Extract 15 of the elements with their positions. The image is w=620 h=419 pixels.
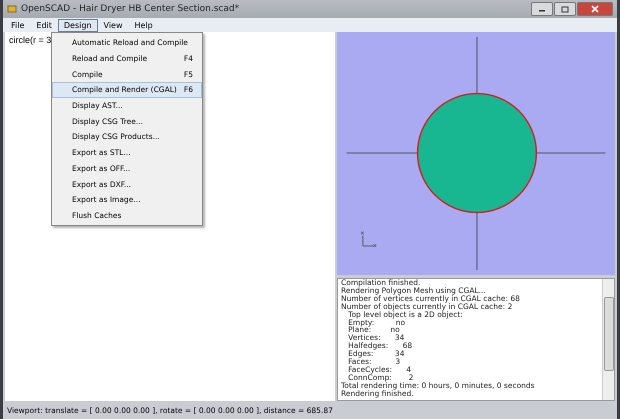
- menu-item[interactable]: View: [98, 18, 128, 32]
- code-line: circle(r = 3: [9, 35, 52, 45]
- menu-item[interactable]: Help: [128, 18, 159, 32]
- menu-item[interactable]: File: [5, 18, 30, 32]
- close-button[interactable]: [577, 2, 613, 16]
- app-icon: [7, 4, 17, 14]
- window-title: OpenSCAD - Hair Dryer HB Center Section.scad*: [21, 4, 240, 14]
- minimize-button[interactable]: [531, 2, 553, 16]
- menu-item[interactable]: Edit: [30, 18, 58, 32]
- scrollbar[interactable]: [602, 279, 614, 400]
- axis-indicator-icon: [360, 231, 377, 248]
- close-icon: [591, 5, 599, 13]
- menu-item[interactable]: Design: [58, 18, 98, 32]
- maximize-button[interactable]: [554, 2, 576, 16]
- maximize-icon: [561, 6, 569, 12]
